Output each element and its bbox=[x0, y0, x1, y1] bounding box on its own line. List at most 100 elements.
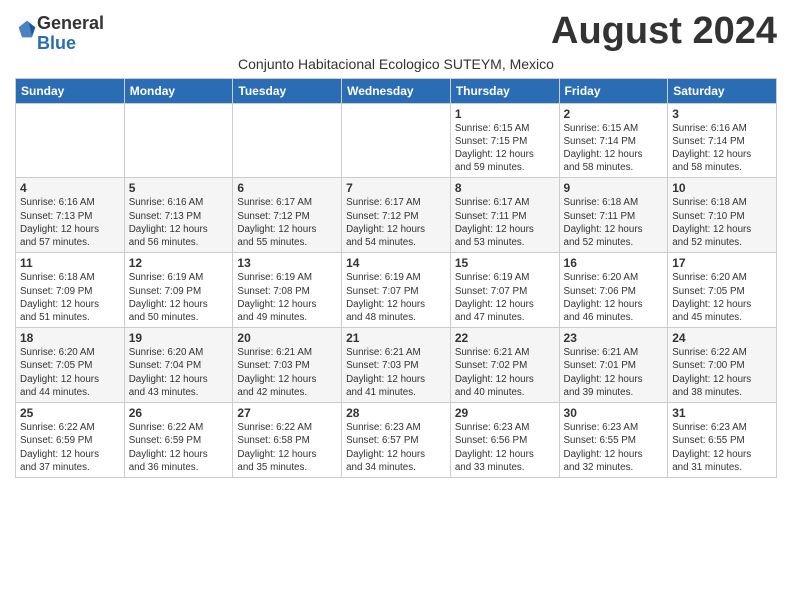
calendar-cell bbox=[233, 103, 342, 178]
day-info: Sunrise: 6:23 AMSunset: 6:56 PMDaylight:… bbox=[455, 421, 555, 474]
calendar-cell: 7Sunrise: 6:17 AMSunset: 7:12 PMDaylight… bbox=[342, 178, 451, 253]
logo-text: General Blue bbox=[37, 14, 104, 54]
day-number: 29 bbox=[455, 406, 555, 420]
day-number: 2 bbox=[564, 107, 664, 121]
day-info: Sunrise: 6:19 AMSunset: 7:08 PMDaylight:… bbox=[237, 271, 337, 324]
day-info: Sunrise: 6:17 AMSunset: 7:12 PMDaylight:… bbox=[237, 196, 337, 249]
day-header-monday: Monday bbox=[124, 78, 233, 103]
day-number: 1 bbox=[455, 107, 555, 121]
calendar-cell: 13Sunrise: 6:19 AMSunset: 7:08 PMDayligh… bbox=[233, 253, 342, 328]
day-header-tuesday: Tuesday bbox=[233, 78, 342, 103]
day-info: Sunrise: 6:19 AMSunset: 7:07 PMDaylight:… bbox=[455, 271, 555, 324]
day-number: 6 bbox=[237, 181, 337, 195]
day-number: 30 bbox=[564, 406, 664, 420]
calendar-cell: 3Sunrise: 6:16 AMSunset: 7:14 PMDaylight… bbox=[668, 103, 777, 178]
day-info: Sunrise: 6:23 AMSunset: 6:57 PMDaylight:… bbox=[346, 421, 446, 474]
day-number: 21 bbox=[346, 331, 446, 345]
calendar-cell: 1Sunrise: 6:15 AMSunset: 7:15 PMDaylight… bbox=[450, 103, 559, 178]
day-info: Sunrise: 6:21 AMSunset: 7:03 PMDaylight:… bbox=[237, 346, 337, 399]
calendar-cell: 21Sunrise: 6:21 AMSunset: 7:03 PMDayligh… bbox=[342, 328, 451, 403]
day-info: Sunrise: 6:22 AMSunset: 6:58 PMDaylight:… bbox=[237, 421, 337, 474]
calendar-cell: 27Sunrise: 6:22 AMSunset: 6:58 PMDayligh… bbox=[233, 403, 342, 478]
logo-general: General bbox=[37, 14, 104, 34]
calendar-cell: 25Sunrise: 6:22 AMSunset: 6:59 PMDayligh… bbox=[16, 403, 125, 478]
day-number: 28 bbox=[346, 406, 446, 420]
day-info: Sunrise: 6:22 AMSunset: 6:59 PMDaylight:… bbox=[129, 421, 229, 474]
calendar-week-row: 1Sunrise: 6:15 AMSunset: 7:15 PMDaylight… bbox=[16, 103, 777, 178]
day-info: Sunrise: 6:15 AMSunset: 7:14 PMDaylight:… bbox=[564, 122, 664, 175]
day-info: Sunrise: 6:16 AMSunset: 7:14 PMDaylight:… bbox=[672, 122, 772, 175]
day-info: Sunrise: 6:20 AMSunset: 7:05 PMDaylight:… bbox=[20, 346, 120, 399]
calendar-cell: 24Sunrise: 6:22 AMSunset: 7:00 PMDayligh… bbox=[668, 328, 777, 403]
calendar-cell: 9Sunrise: 6:18 AMSunset: 7:11 PMDaylight… bbox=[559, 178, 668, 253]
calendar-cell: 15Sunrise: 6:19 AMSunset: 7:07 PMDayligh… bbox=[450, 253, 559, 328]
day-number: 14 bbox=[346, 256, 446, 270]
day-info: Sunrise: 6:21 AMSunset: 7:02 PMDaylight:… bbox=[455, 346, 555, 399]
day-info: Sunrise: 6:21 AMSunset: 7:01 PMDaylight:… bbox=[564, 346, 664, 399]
day-info: Sunrise: 6:22 AMSunset: 7:00 PMDaylight:… bbox=[672, 346, 772, 399]
day-number: 15 bbox=[455, 256, 555, 270]
day-number: 20 bbox=[237, 331, 337, 345]
calendar-cell: 31Sunrise: 6:23 AMSunset: 6:55 PMDayligh… bbox=[668, 403, 777, 478]
day-number: 10 bbox=[672, 181, 772, 195]
calendar-cell: 30Sunrise: 6:23 AMSunset: 6:55 PMDayligh… bbox=[559, 403, 668, 478]
calendar-cell: 26Sunrise: 6:22 AMSunset: 6:59 PMDayligh… bbox=[124, 403, 233, 478]
day-number: 13 bbox=[237, 256, 337, 270]
day-number: 4 bbox=[20, 181, 120, 195]
calendar-cell: 18Sunrise: 6:20 AMSunset: 7:05 PMDayligh… bbox=[16, 328, 125, 403]
calendar-cell: 8Sunrise: 6:17 AMSunset: 7:11 PMDaylight… bbox=[450, 178, 559, 253]
day-info: Sunrise: 6:15 AMSunset: 7:15 PMDaylight:… bbox=[455, 122, 555, 175]
day-info: Sunrise: 6:22 AMSunset: 6:59 PMDaylight:… bbox=[20, 421, 120, 474]
day-info: Sunrise: 6:18 AMSunset: 7:11 PMDaylight:… bbox=[564, 196, 664, 249]
calendar-table: SundayMondayTuesdayWednesdayThursdayFrid… bbox=[15, 78, 777, 478]
calendar-cell bbox=[124, 103, 233, 178]
calendar-cell: 20Sunrise: 6:21 AMSunset: 7:03 PMDayligh… bbox=[233, 328, 342, 403]
day-info: Sunrise: 6:19 AMSunset: 7:07 PMDaylight:… bbox=[346, 271, 446, 324]
day-header-wednesday: Wednesday bbox=[342, 78, 451, 103]
day-header-sunday: Sunday bbox=[16, 78, 125, 103]
day-number: 8 bbox=[455, 181, 555, 195]
calendar-cell bbox=[16, 103, 125, 178]
calendar-cell: 11Sunrise: 6:18 AMSunset: 7:09 PMDayligh… bbox=[16, 253, 125, 328]
logo-icon bbox=[17, 19, 37, 39]
calendar-week-row: 18Sunrise: 6:20 AMSunset: 7:05 PMDayligh… bbox=[16, 328, 777, 403]
day-number: 17 bbox=[672, 256, 772, 270]
day-number: 22 bbox=[455, 331, 555, 345]
day-info: Sunrise: 6:23 AMSunset: 6:55 PMDaylight:… bbox=[564, 421, 664, 474]
calendar-cell: 22Sunrise: 6:21 AMSunset: 7:02 PMDayligh… bbox=[450, 328, 559, 403]
day-info: Sunrise: 6:16 AMSunset: 7:13 PMDaylight:… bbox=[20, 196, 120, 249]
calendar-cell: 28Sunrise: 6:23 AMSunset: 6:57 PMDayligh… bbox=[342, 403, 451, 478]
day-info: Sunrise: 6:17 AMSunset: 7:11 PMDaylight:… bbox=[455, 196, 555, 249]
calendar-cell: 12Sunrise: 6:19 AMSunset: 7:09 PMDayligh… bbox=[124, 253, 233, 328]
calendar-week-row: 25Sunrise: 6:22 AMSunset: 6:59 PMDayligh… bbox=[16, 403, 777, 478]
day-number: 24 bbox=[672, 331, 772, 345]
calendar-cell bbox=[342, 103, 451, 178]
day-info: Sunrise: 6:21 AMSunset: 7:03 PMDaylight:… bbox=[346, 346, 446, 399]
calendar-cell: 14Sunrise: 6:19 AMSunset: 7:07 PMDayligh… bbox=[342, 253, 451, 328]
logo-blue: Blue bbox=[37, 34, 104, 54]
logo: General Blue bbox=[15, 14, 104, 54]
day-header-thursday: Thursday bbox=[450, 78, 559, 103]
day-info: Sunrise: 6:20 AMSunset: 7:05 PMDaylight:… bbox=[672, 271, 772, 324]
calendar-cell: 6Sunrise: 6:17 AMSunset: 7:12 PMDaylight… bbox=[233, 178, 342, 253]
day-number: 18 bbox=[20, 331, 120, 345]
calendar-cell: 19Sunrise: 6:20 AMSunset: 7:04 PMDayligh… bbox=[124, 328, 233, 403]
calendar-cell: 23Sunrise: 6:21 AMSunset: 7:01 PMDayligh… bbox=[559, 328, 668, 403]
day-number: 27 bbox=[237, 406, 337, 420]
calendar-cell: 16Sunrise: 6:20 AMSunset: 7:06 PMDayligh… bbox=[559, 253, 668, 328]
calendar-subtitle: Conjunto Habitacional Ecologico SUTEYM, … bbox=[15, 56, 777, 72]
day-number: 26 bbox=[129, 406, 229, 420]
day-number: 9 bbox=[564, 181, 664, 195]
day-info: Sunrise: 6:18 AMSunset: 7:09 PMDaylight:… bbox=[20, 271, 120, 324]
day-info: Sunrise: 6:18 AMSunset: 7:10 PMDaylight:… bbox=[672, 196, 772, 249]
day-info: Sunrise: 6:20 AMSunset: 7:06 PMDaylight:… bbox=[564, 271, 664, 324]
day-number: 11 bbox=[20, 256, 120, 270]
day-number: 12 bbox=[129, 256, 229, 270]
day-number: 16 bbox=[564, 256, 664, 270]
day-info: Sunrise: 6:19 AMSunset: 7:09 PMDaylight:… bbox=[129, 271, 229, 324]
day-header-friday: Friday bbox=[559, 78, 668, 103]
calendar-week-row: 4Sunrise: 6:16 AMSunset: 7:13 PMDaylight… bbox=[16, 178, 777, 253]
calendar-header-row: SundayMondayTuesdayWednesdayThursdayFrid… bbox=[16, 78, 777, 103]
day-info: Sunrise: 6:23 AMSunset: 6:55 PMDaylight:… bbox=[672, 421, 772, 474]
day-number: 19 bbox=[129, 331, 229, 345]
